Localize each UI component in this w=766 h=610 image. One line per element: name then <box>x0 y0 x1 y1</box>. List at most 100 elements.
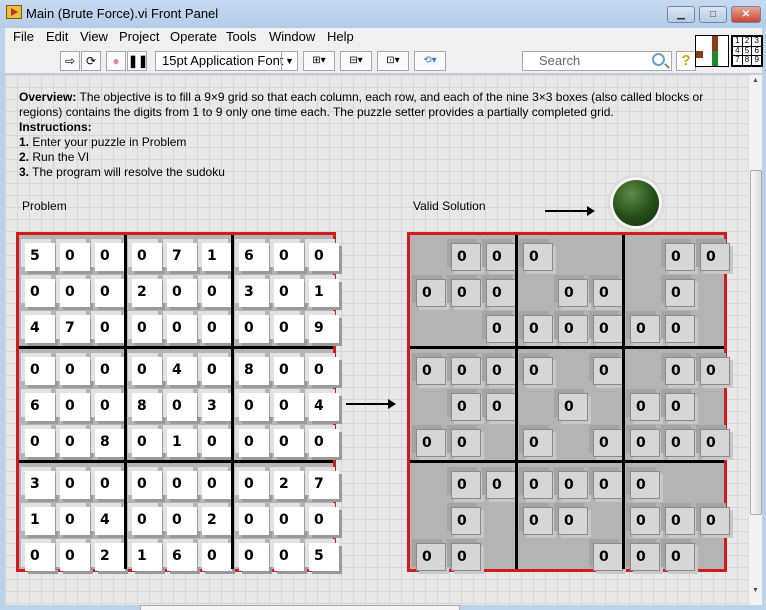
problem-cell[interactable]: 1 <box>167 429 197 457</box>
problem-cell[interactable]: 5 <box>25 243 55 271</box>
problem-cell[interactable]: 0 <box>274 429 304 457</box>
problem-cell[interactable]: 0 <box>274 507 304 535</box>
distribute-objects-icon[interactable]: ⊟▾ <box>340 51 372 71</box>
problem-cell[interactable]: 0 <box>239 393 269 421</box>
scroll-down-icon[interactable]: ▼ <box>752 587 759 594</box>
problem-cell[interactable]: 0 <box>132 429 162 457</box>
font-selector[interactable]: 15pt Application Font ▼ <box>155 51 298 71</box>
problem-cell[interactable]: 6 <box>167 543 197 571</box>
problem-cell[interactable]: 0 <box>132 243 162 271</box>
problem-cell[interactable]: 0 <box>239 507 269 535</box>
problem-cell[interactable]: 0 <box>25 279 55 307</box>
problem-cell[interactable]: 6 <box>239 243 269 271</box>
problem-cell[interactable]: 0 <box>202 315 232 343</box>
problem-cell[interactable]: 0 <box>167 315 197 343</box>
minimize-button[interactable]: ▁ <box>667 6 695 23</box>
run-arrow-icon[interactable]: ⇨ <box>60 51 80 71</box>
problem-cell[interactable]: 2 <box>95 543 125 571</box>
problem-cell[interactable]: 0 <box>60 279 90 307</box>
problem-cell[interactable]: 2 <box>202 507 232 535</box>
problem-cell[interactable]: 0 <box>60 471 90 499</box>
problem-cell[interactable]: 0 <box>167 393 197 421</box>
problem-cell[interactable]: 0 <box>274 393 304 421</box>
run-continuously-icon[interactable]: ⟳ <box>81 51 101 71</box>
problem-cell[interactable]: 0 <box>202 279 232 307</box>
problem-cell[interactable]: 0 <box>95 243 125 271</box>
problem-cell[interactable]: 0 <box>239 471 269 499</box>
problem-cell[interactable]: 6 <box>25 393 55 421</box>
align-objects-icon[interactable]: ⊞▾ <box>303 51 335 71</box>
problem-cell[interactable]: 0 <box>274 279 304 307</box>
menu-project[interactable]: Project <box>119 29 159 44</box>
problem-cell[interactable]: 0 <box>239 429 269 457</box>
problem-cell[interactable]: 4 <box>95 507 125 535</box>
problem-cell[interactable]: 0 <box>202 429 232 457</box>
problem-cell[interactable]: 0 <box>95 315 125 343</box>
problem-cell[interactable]: 0 <box>167 279 197 307</box>
horizontal-scrollbar[interactable] <box>140 605 460 610</box>
problem-cell[interactable]: 0 <box>25 429 55 457</box>
vertical-scrollbar[interactable]: ▲ ▼ <box>748 75 762 605</box>
menu-view[interactable]: View <box>80 29 108 44</box>
problem-cell[interactable]: 0 <box>95 471 125 499</box>
menu-help[interactable]: Help <box>327 29 354 44</box>
problem-cell[interactable]: 0 <box>95 393 125 421</box>
problem-cell[interactable]: 0 <box>132 471 162 499</box>
problem-cell[interactable]: 0 <box>60 393 90 421</box>
pause-icon[interactable]: ❚❚ <box>127 51 148 71</box>
problem-cell[interactable]: 3 <box>239 279 269 307</box>
problem-cell[interactable]: 9 <box>309 315 339 343</box>
problem-cell[interactable]: 0 <box>95 279 125 307</box>
problem-cell[interactable]: 0 <box>309 243 339 271</box>
problem-cell[interactable]: 0 <box>274 243 304 271</box>
problem-cell[interactable]: 8 <box>132 393 162 421</box>
problem-cell[interactable]: 0 <box>132 357 162 385</box>
problem-cell[interactable]: 4 <box>25 315 55 343</box>
scroll-up-icon[interactable]: ▲ <box>752 77 759 84</box>
problem-cell[interactable]: 5 <box>309 543 339 571</box>
problem-cell[interactable]: 0 <box>274 315 304 343</box>
problem-cell[interactable]: 0 <box>167 471 197 499</box>
problem-cell[interactable]: 0 <box>25 357 55 385</box>
problem-cell[interactable]: 0 <box>309 357 339 385</box>
problem-cell[interactable]: 0 <box>25 543 55 571</box>
reorder-icon[interactable]: ⟲▾ <box>414 51 446 71</box>
problem-cell[interactable]: 2 <box>274 471 304 499</box>
close-button[interactable]: ✕ <box>731 6 761 23</box>
problem-cell[interactable]: 7 <box>60 315 90 343</box>
menu-operate[interactable]: Operate <box>170 29 217 44</box>
problem-cell[interactable]: 1 <box>309 279 339 307</box>
problem-cell[interactable]: 0 <box>202 543 232 571</box>
help-icon[interactable]: ? <box>676 51 696 71</box>
problem-cell[interactable]: 3 <box>25 471 55 499</box>
problem-cell[interactable]: 1 <box>25 507 55 535</box>
menu-file[interactable]: File <box>13 29 34 44</box>
menu-edit[interactable]: Edit <box>46 29 68 44</box>
problem-cell[interactable]: 0 <box>60 357 90 385</box>
problem-cell[interactable]: 0 <box>274 357 304 385</box>
problem-cell[interactable]: 2 <box>132 279 162 307</box>
problem-cell[interactable]: 0 <box>60 507 90 535</box>
resize-objects-icon[interactable]: ⊡▾ <box>377 51 409 71</box>
problem-cell[interactable]: 0 <box>239 315 269 343</box>
maximize-button[interactable]: □ <box>699 6 727 23</box>
problem-cell[interactable]: 0 <box>132 315 162 343</box>
problem-cell[interactable]: 0 <box>239 543 269 571</box>
problem-cell[interactable]: 1 <box>132 543 162 571</box>
problem-cell[interactable]: 3 <box>202 393 232 421</box>
scrollbar-thumb[interactable] <box>750 170 762 515</box>
problem-cell[interactable]: 0 <box>202 471 232 499</box>
problem-cell[interactable]: 4 <box>167 357 197 385</box>
problem-cell[interactable]: 0 <box>202 357 232 385</box>
problem-cell[interactable]: 7 <box>167 243 197 271</box>
menu-tools[interactable]: Tools <box>226 29 256 44</box>
problem-cell[interactable]: 0 <box>132 507 162 535</box>
problem-cell[interactable]: 4 <box>309 393 339 421</box>
abort-icon[interactable]: ● <box>106 51 126 71</box>
search-input[interactable]: Search <box>522 51 672 71</box>
problem-cell[interactable]: 8 <box>239 357 269 385</box>
problem-cell[interactable]: 7 <box>309 471 339 499</box>
problem-cell[interactable]: 1 <box>202 243 232 271</box>
problem-cell[interactable]: 0 <box>60 429 90 457</box>
problem-cell[interactable]: 0 <box>95 357 125 385</box>
